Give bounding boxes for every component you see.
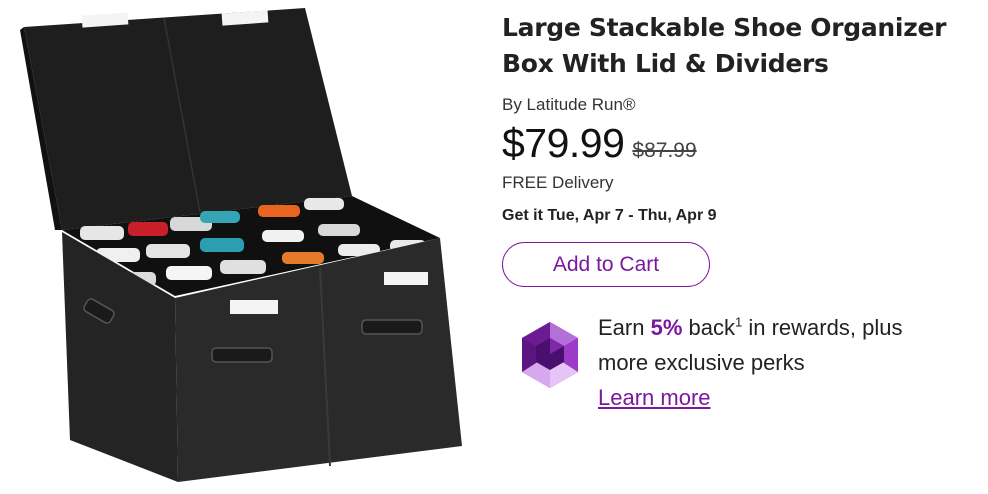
- rewards-back: back: [688, 315, 736, 340]
- front-handle-right: [361, 319, 423, 335]
- price-row: $79.99 $87.99: [502, 120, 982, 167]
- delivery-info: FREE Delivery: [502, 173, 614, 192]
- brand-link[interactable]: By Latitude Run®: [502, 94, 982, 116]
- product-image[interactable]: [0, 0, 480, 494]
- product-title-line1: Large Stackable Shoe Organizer: [502, 13, 947, 42]
- rewards-line2: more exclusive perks: [598, 350, 805, 375]
- rewards-text: Earn 5% back1 in rewards, plus more excl…: [598, 310, 978, 415]
- shoe-organizer-box-illustration: [20, 8, 462, 482]
- current-price: $79.99: [502, 120, 625, 166]
- product-title-line2: Box With Lid & Dividers: [502, 49, 829, 78]
- rewards-earn: Earn: [598, 315, 645, 340]
- product-info: Large Stackable Shoe Organizer Box With …: [502, 10, 982, 287]
- learn-more-link[interactable]: Learn more: [598, 385, 711, 410]
- rewards-footnote: 1: [735, 314, 743, 330]
- front-handle-left: [211, 347, 273, 363]
- front-label-right: [384, 272, 428, 285]
- box-lid: [24, 8, 352, 230]
- product-title: Large Stackable Shoe Organizer Box With …: [502, 10, 982, 82]
- rewards-suffix: in rewards, plus: [748, 315, 903, 340]
- original-price: $87.99: [632, 139, 697, 162]
- delivery-eta: Get it Tue, Apr 7 - Thu, Apr 9: [502, 207, 717, 224]
- purple-gem-icon: [522, 322, 578, 388]
- front-label-left: [230, 300, 278, 314]
- rewards-percent: 5%: [650, 315, 683, 340]
- add-to-cart-button[interactable]: Add to Cart: [502, 242, 710, 287]
